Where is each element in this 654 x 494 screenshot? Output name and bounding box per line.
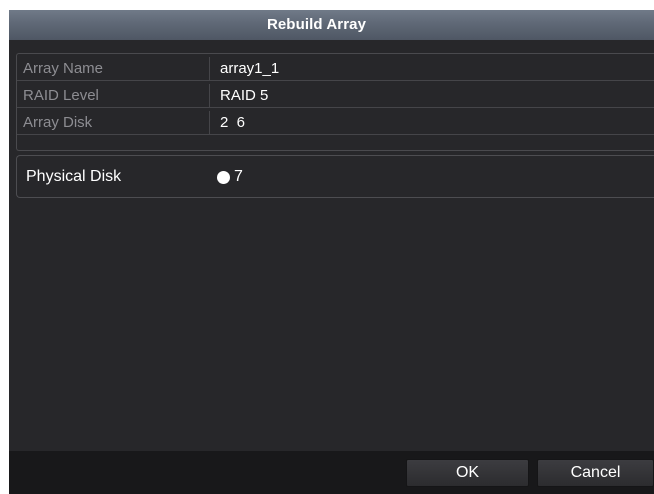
raid-level-label: RAID Level: [17, 84, 210, 107]
raid-level-value: RAID 5: [220, 87, 269, 104]
array-name-label: Array Name: [17, 57, 210, 80]
cancel-button[interactable]: Cancel: [537, 459, 654, 487]
dialog-footer: OK Cancel: [9, 451, 654, 494]
array-info-panel: Array Name array1_1 RAID Level RAID 5 Ar…: [16, 53, 654, 151]
disk-7-radio[interactable]: [217, 170, 230, 184]
array-disk-value: 2 6: [220, 114, 246, 131]
disk-7-label: 7: [234, 168, 243, 185]
dialog-title-bar: Rebuild Array: [9, 10, 654, 40]
array-name-row: Array Name array1_1: [17, 57, 654, 81]
physical-disk-option-7[interactable]: 7: [217, 168, 243, 186]
array-name-value: array1_1: [220, 60, 280, 77]
rebuild-array-dialog: Rebuild Array Array Name array1_1 RAID L…: [9, 10, 654, 494]
ok-button[interactable]: OK: [406, 459, 529, 487]
array-disk-label: Array Disk: [17, 111, 210, 134]
physical-disk-panel: Physical Disk 7: [16, 155, 654, 198]
raid-level-row: RAID Level RAID 5: [17, 84, 654, 108]
physical-disk-label: Physical Disk: [26, 168, 122, 185]
dialog-title: Rebuild Array: [266, 16, 367, 33]
array-disk-row: Array Disk 2 6: [17, 111, 654, 135]
